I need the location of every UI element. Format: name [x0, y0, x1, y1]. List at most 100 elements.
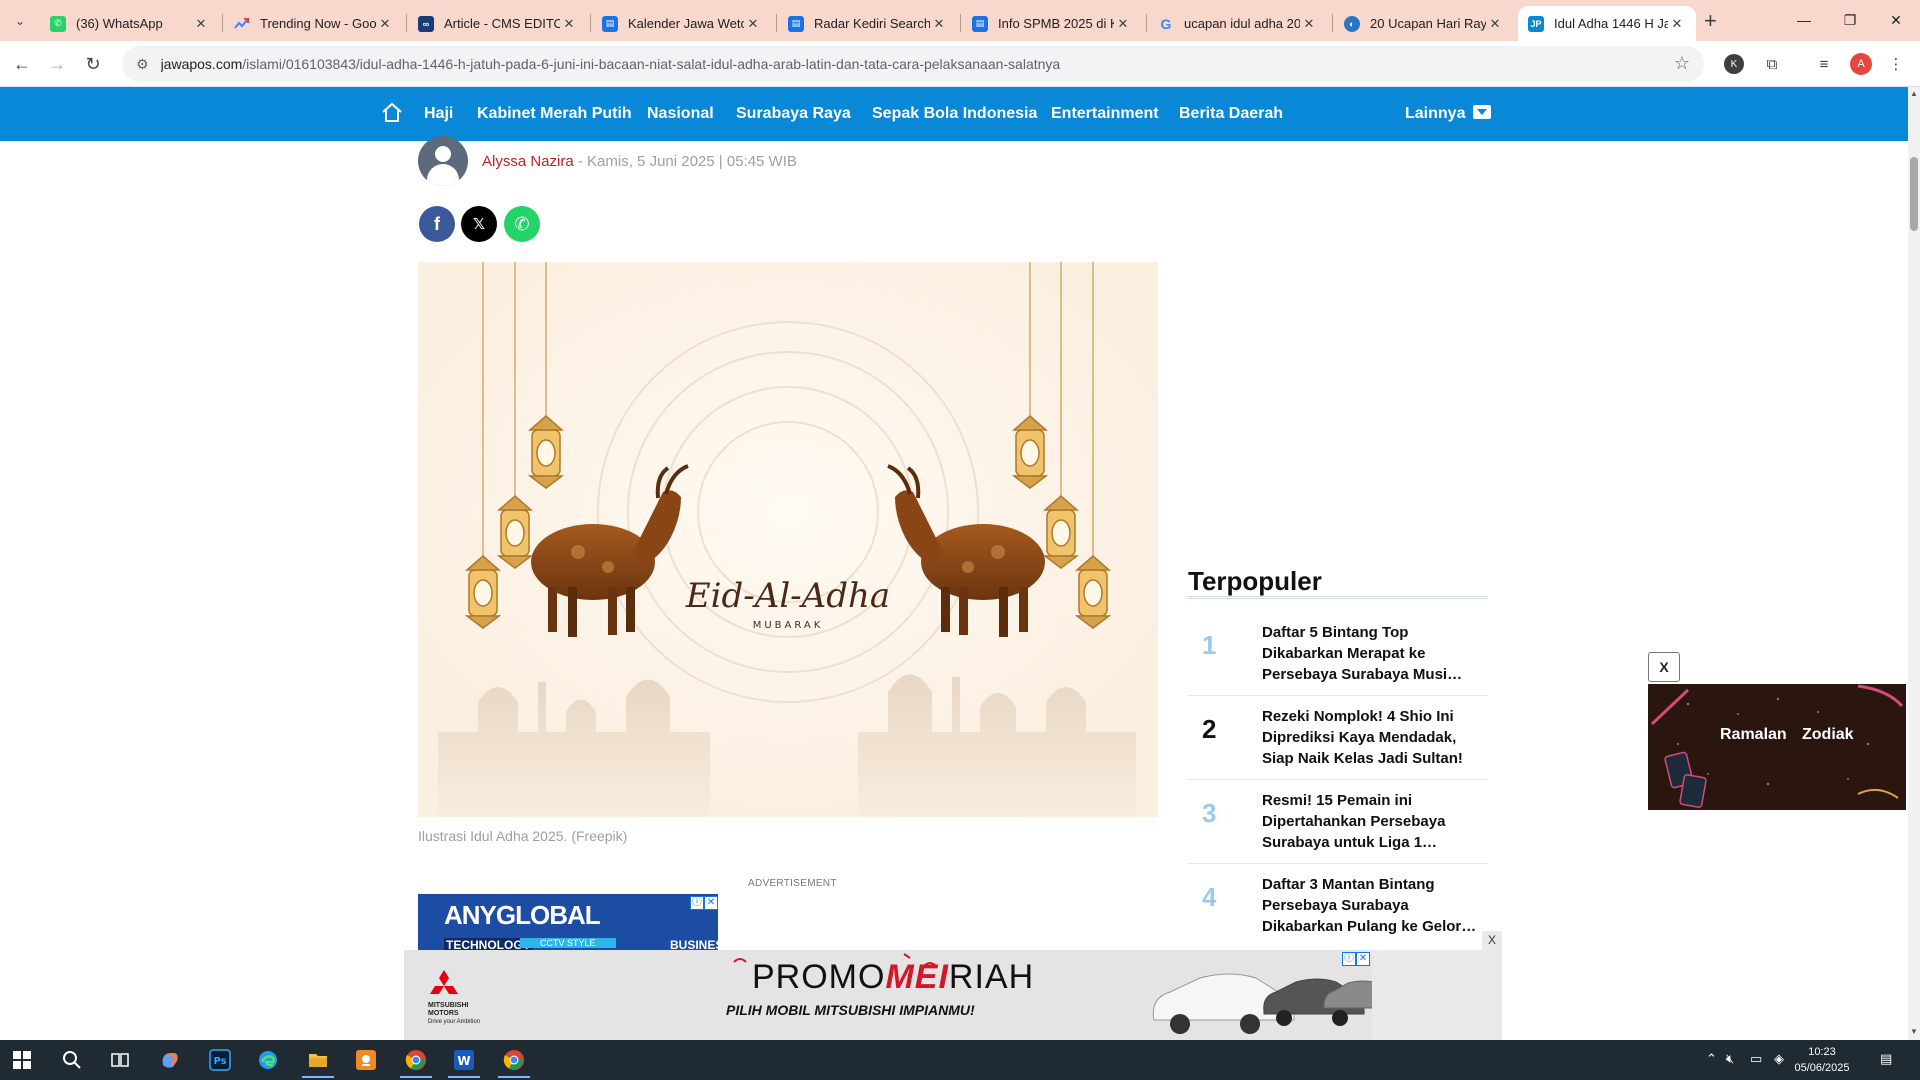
address-bar[interactable]: ⚙ jawapos.com/islami/016103843/idul-adha…: [122, 46, 1704, 82]
nav-item-kabinet-merah-putih[interactable]: Kabinet Merah Putih: [477, 87, 632, 141]
task-view-button[interactable]: [100, 1044, 140, 1076]
nav-more-menu[interactable]: Lainnya: [1405, 87, 1492, 141]
close-window-button[interactable]: ✕: [1873, 6, 1919, 34]
scrollbar-thumb[interactable]: [1910, 157, 1918, 231]
taskbar-file-explorer[interactable]: [298, 1044, 338, 1078]
mitsubishi-ad[interactable]: MITSUBISHI MOTORS Drive your Ambition PR…: [404, 950, 1372, 1040]
close-tab-icon[interactable]: ✕: [1668, 16, 1686, 32]
site-info-icon[interactable]: ⚙: [136, 56, 149, 73]
new-tab-button[interactable]: +: [1704, 8, 1717, 34]
close-tab-icon[interactable]: ✕: [560, 16, 578, 32]
tab-idul-adha-active[interactable]: JP Idul Adha 1446 H Jatuh ✕: [1518, 6, 1696, 41]
author-link[interactable]: Alyssa Nazira: [482, 153, 574, 170]
tray-overflow-icon[interactable]: ⌃: [1706, 1051, 1717, 1067]
popular-headline[interactable]: Daftar 3 Mantan Bintang Persebaya Suraba…: [1262, 874, 1482, 937]
profile-avatar[interactable]: A: [1850, 53, 1872, 75]
edge-icon: [259, 1051, 277, 1069]
anyglobal-ad[interactable]: ANYGLOBAL TECHNOLOGY CCTV STYLE BUSINESS: [418, 894, 718, 950]
share-whatsapp-button[interactable]: ✆: [504, 206, 540, 242]
tab-google-trends[interactable]: Trending Now - Google Trends ✕: [224, 6, 404, 41]
share-facebook-button[interactable]: f: [419, 206, 455, 242]
nav-item-nasional[interactable]: Nasional: [647, 87, 714, 141]
popular-item[interactable]: 2 Rezeki Nomplok! 4 Shio Ini Diprediksi …: [1188, 696, 1488, 780]
close-tab-icon[interactable]: ✕: [744, 16, 762, 32]
share-x-button[interactable]: 𝕏: [461, 206, 497, 242]
nav-item-surabaya-raya[interactable]: Surabaya Raya: [736, 87, 851, 141]
bookmark-star-icon[interactable]: ☆: [1674, 53, 1690, 74]
tab-whatsapp[interactable]: ✆ (36) WhatsApp ✕: [40, 6, 220, 41]
popular-headline[interactable]: Daftar 5 Bintang Top Dikabarkan Merapat …: [1262, 622, 1482, 685]
taskbar-chrome-2[interactable]: [494, 1044, 534, 1078]
tab-title: Trending Now - Google Trends: [260, 16, 376, 31]
zodiac-ad-close-button[interactable]: X: [1648, 652, 1680, 682]
network-icon[interactable]: ▭: [1750, 1051, 1762, 1067]
popular-headline[interactable]: Rezeki Nomplok! 4 Shio Ini Diprediksi Ka…: [1262, 706, 1482, 769]
restore-button[interactable]: ❐: [1827, 6, 1873, 34]
x-icon: 𝕏: [472, 216, 486, 233]
popular-item[interactable]: 1 Daftar 5 Bintang Top Dikabarkan Merapa…: [1188, 612, 1488, 696]
extensions-puzzle-icon[interactable]: ⧉: [1760, 52, 1784, 76]
tab-info-spmb[interactable]: ▤ Info SPMB 2025 di Kota ✕: [962, 6, 1142, 41]
close-tab-icon[interactable]: ✕: [376, 16, 394, 32]
clock-date: 05/06/2025: [1794, 1062, 1850, 1074]
media-control-icon[interactable]: ≡: [1812, 52, 1836, 76]
taskbar-word[interactable]: W: [444, 1044, 484, 1078]
promo-riah: RIAH: [948, 958, 1035, 996]
tab-cms-editor[interactable]: ∞ Article - CMS EDITOR ✕: [408, 6, 588, 41]
taskbar-copilot[interactable]: [150, 1044, 190, 1076]
bottom-ad-close-button[interactable]: X: [1482, 931, 1502, 950]
ad-close-icon[interactable]: ✕: [1356, 952, 1370, 966]
adchoices-icon[interactable]: ⓘ: [1342, 952, 1356, 966]
tab-kalender-jawa[interactable]: ▤ Kalender Jawa Weton ✕: [592, 6, 772, 41]
popular-item[interactable]: 4 Daftar 3 Mantan Bintang Persebaya Sura…: [1188, 864, 1488, 948]
close-tab-icon[interactable]: ✕: [192, 16, 210, 32]
taskbar-chrome-1[interactable]: [396, 1044, 436, 1078]
page-scrollbar[interactable]: ▲ ▼: [1908, 87, 1920, 1040]
author-avatar[interactable]: [418, 136, 468, 186]
notification-icon[interactable]: ▤: [1880, 1051, 1892, 1067]
close-tab-icon[interactable]: ✕: [1114, 16, 1132, 32]
nav-item-sepak-bola-indonesia[interactable]: Sepak Bola Indonesia: [872, 87, 1037, 141]
home-icon[interactable]: [380, 101, 404, 125]
windows-logo-icon: [13, 1051, 31, 1069]
taskbar-clock[interactable]: 10:23 05/06/2025: [1790, 1044, 1854, 1076]
tab-title: Article - CMS EDITOR: [444, 16, 560, 31]
url-path: /islami/016103843/idul-adha-1446-h-jatuh…: [242, 56, 1061, 72]
tab-ucapan-hari-raya[interactable]: ◐ 20 Ucapan Hari Raya ✕: [1334, 6, 1514, 41]
close-tab-icon[interactable]: ✕: [1300, 16, 1318, 32]
back-button[interactable]: ←: [8, 50, 36, 78]
minimize-button[interactable]: —: [1781, 6, 1827, 34]
nav-item-haji[interactable]: Haji: [424, 87, 453, 141]
extension-k-icon[interactable]: K: [1724, 54, 1744, 74]
search-button[interactable]: [52, 1044, 92, 1076]
close-tab-icon[interactable]: ✕: [1486, 16, 1504, 32]
tab-google-search[interactable]: G ucapan idul adha 2025 ✕: [1148, 6, 1328, 41]
zodiac-ad[interactable]: Ramalan Zodiak: [1648, 684, 1906, 810]
nav-item-entertainment[interactable]: Entertainment: [1051, 87, 1159, 141]
tab-radar-kediri[interactable]: ▤ Radar Kediri Search ✕: [778, 6, 958, 41]
reload-button[interactable]: ↻: [79, 50, 107, 78]
scroll-up-arrow-icon[interactable]: ▲: [1910, 89, 1918, 98]
taskbar-edge[interactable]: [248, 1044, 288, 1076]
popular-headline[interactable]: Resmi! 15 Pemain ini Dipertahankan Perse…: [1262, 790, 1482, 853]
start-button[interactable]: [2, 1044, 42, 1076]
ad-close-icon[interactable]: ✕: [704, 896, 718, 910]
tab-title: Radar Kediri Search: [814, 16, 930, 31]
volume-muted-icon[interactable]: 🔇︎: [1726, 1051, 1734, 1067]
scroll-down-arrow-icon[interactable]: ▼: [1910, 1027, 1918, 1036]
taskbar-app-orange[interactable]: [346, 1044, 386, 1076]
close-tab-icon[interactable]: ✕: [930, 16, 948, 32]
photoshop-icon: Ps: [209, 1049, 231, 1071]
zodiac-ad-word-ramalan: Ramalan: [1720, 726, 1787, 743]
security-shield-icon[interactable]: ◈: [1774, 1051, 1784, 1067]
adchoices-icon[interactable]: ⓘ: [690, 896, 704, 910]
url-text[interactable]: jawapos.com/islami/016103843/idul-adha-1…: [161, 56, 1061, 72]
browser-menu-icon[interactable]: ⋮: [1884, 52, 1908, 76]
forward-button[interactable]: →: [43, 50, 71, 78]
taskbar-photoshop[interactable]: Ps: [200, 1044, 240, 1076]
tab-search-button[interactable]: ⌄: [8, 9, 32, 33]
popular-item[interactable]: 3 Resmi! 15 Pemain ini Dipertahankan Per…: [1188, 780, 1488, 864]
browser-toolbar: ← → ↻ ⚙ jawapos.com/islami/016103843/idu…: [0, 41, 1920, 87]
nav-item-berita-daerah[interactable]: Berita Daerah: [1179, 87, 1283, 141]
zodiac-ad-decoration: [1648, 684, 1906, 810]
